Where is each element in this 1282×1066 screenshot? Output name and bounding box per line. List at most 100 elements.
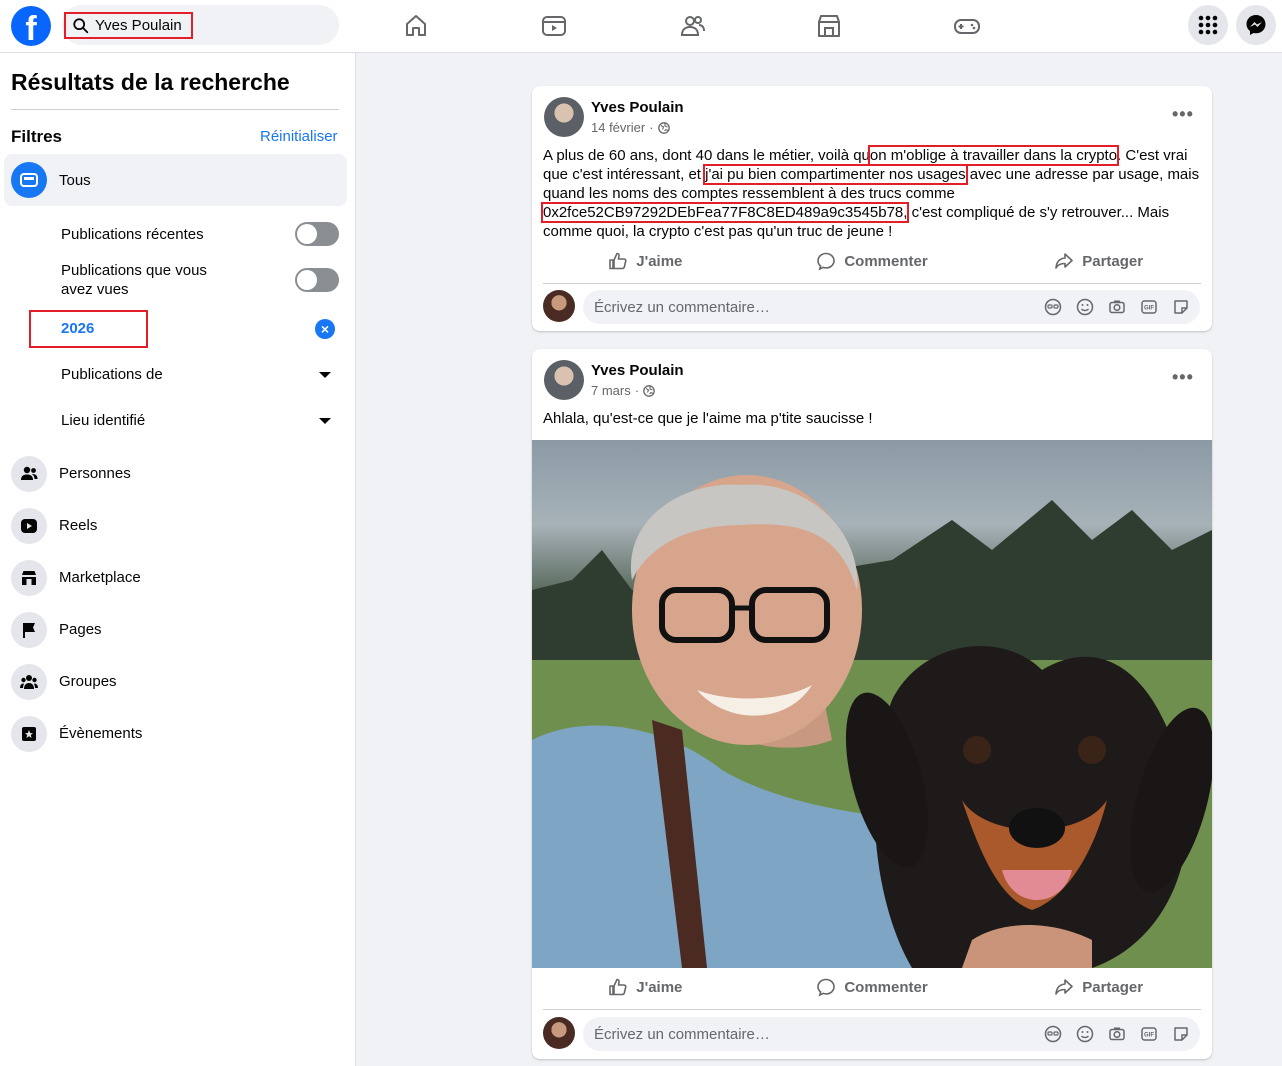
marketplace-icon[interactable] bbox=[815, 12, 843, 40]
category-label: Groupes bbox=[59, 673, 117, 690]
post-text: A plus de 60 ans, dont 40 dans le métier… bbox=[540, 145, 1203, 241]
filter-tagged-location-label[interactable]: Lieu identifié bbox=[61, 411, 145, 431]
search-icon bbox=[73, 17, 89, 33]
filter-all-label: Tous bbox=[59, 172, 91, 189]
share-button[interactable]: Partager bbox=[985, 243, 1212, 279]
filter-seen-posts-label-line1: Publications que vous bbox=[61, 262, 207, 279]
comment-tools: GIF bbox=[1044, 1025, 1190, 1043]
gif-icon[interactable]: GIF bbox=[1140, 1025, 1158, 1043]
like-label: J'aime bbox=[636, 978, 683, 996]
people-icon bbox=[11, 456, 47, 492]
reset-filters-link[interactable]: Réinitialiser bbox=[260, 128, 338, 145]
svg-text:GIF: GIF bbox=[1144, 306, 1154, 312]
clear-year-icon[interactable]: × bbox=[315, 319, 335, 339]
category-marketplace[interactable]: Marketplace bbox=[11, 558, 347, 598]
sticker-icon[interactable] bbox=[1172, 1025, 1190, 1043]
chevron-down-icon[interactable] bbox=[319, 372, 331, 378]
divider bbox=[11, 109, 339, 110]
recent-posts-toggle[interactable] bbox=[295, 222, 339, 246]
chevron-down-icon[interactable] bbox=[319, 418, 331, 424]
filters-heading: Filtres bbox=[11, 127, 63, 146]
like-button[interactable]: J'aime bbox=[532, 243, 759, 279]
category-label: Personnes bbox=[59, 465, 131, 482]
post-meta: 14 février · bbox=[591, 120, 670, 135]
post-photo[interactable] bbox=[532, 440, 1212, 968]
video-icon[interactable] bbox=[540, 12, 568, 40]
share-label: Partager bbox=[1082, 252, 1144, 270]
avatar[interactable] bbox=[543, 1017, 575, 1049]
seen-posts-toggle[interactable] bbox=[295, 268, 339, 292]
category-label: Évènements bbox=[59, 725, 143, 742]
highlighted-text: j'ai pu bien compartimenter nos usages bbox=[703, 164, 968, 185]
dot-separator: · bbox=[634, 383, 640, 398]
more-options-icon[interactable]: ••• bbox=[1172, 367, 1194, 388]
emoji-icon[interactable] bbox=[1076, 1025, 1094, 1043]
divider bbox=[543, 283, 1201, 284]
category-pages[interactable]: Pages bbox=[11, 610, 347, 650]
avatar[interactable] bbox=[543, 290, 575, 322]
category-label: Marketplace bbox=[59, 569, 141, 586]
share-icon bbox=[1055, 253, 1074, 269]
sticker-icon[interactable] bbox=[1172, 298, 1190, 316]
comment-placeholder: Écrivez un commentaire… bbox=[594, 299, 770, 316]
category-label: Reels bbox=[59, 517, 98, 534]
friends-icon[interactable] bbox=[678, 12, 706, 40]
post-author[interactable]: Yves Poulain bbox=[591, 99, 684, 116]
filter-posts-from-label[interactable]: Publications de bbox=[61, 365, 163, 385]
more-options-icon[interactable]: ••• bbox=[1172, 104, 1194, 125]
comment-input[interactable]: Écrivez un commentaire… GIF bbox=[583, 290, 1200, 324]
comment-label: Commenter bbox=[844, 252, 928, 270]
comment-icon bbox=[817, 252, 836, 271]
events-icon bbox=[11, 716, 47, 752]
post-date[interactable]: 7 mars bbox=[591, 383, 631, 398]
gif-icon[interactable]: GIF bbox=[1140, 298, 1158, 316]
post-actions: J'aime Commenter Partager bbox=[532, 243, 1212, 279]
comment-button[interactable]: Commenter bbox=[759, 243, 986, 279]
facebook-logo[interactable]: f bbox=[11, 6, 51, 46]
like-label: J'aime bbox=[636, 252, 683, 270]
share-label: Partager bbox=[1082, 978, 1144, 996]
emoji-icon[interactable] bbox=[1076, 298, 1094, 316]
category-people[interactable]: Personnes bbox=[11, 454, 347, 494]
highlighted-wallet-address: 0x2fce52CB97292DEbFea77F8C8ED489a9c3545b… bbox=[540, 202, 910, 223]
like-button[interactable]: J'aime bbox=[532, 969, 759, 1005]
thumbs-up-icon bbox=[609, 252, 627, 270]
comment-button[interactable]: Commenter bbox=[759, 969, 986, 1005]
camera-icon[interactable] bbox=[1108, 298, 1126, 316]
avatar-sticker-icon[interactable] bbox=[1044, 298, 1062, 316]
search-filters-sidebar: Résultats de la recherche Filtres Réinit… bbox=[0, 53, 356, 1066]
share-button[interactable]: Partager bbox=[985, 969, 1212, 1005]
menu-grid-icon[interactable] bbox=[1188, 5, 1228, 45]
comment-input[interactable]: Écrivez un commentaire… GIF bbox=[583, 1017, 1200, 1051]
post-card: Yves Poulain 14 février · ••• A plus de … bbox=[532, 86, 1212, 331]
post-actions: J'aime Commenter Partager bbox=[532, 969, 1212, 1005]
toggle-knob bbox=[297, 224, 317, 244]
comment-icon bbox=[817, 978, 836, 997]
post-author[interactable]: Yves Poulain bbox=[591, 362, 684, 379]
category-reels[interactable]: Reels bbox=[11, 506, 347, 546]
avatar-sticker-icon[interactable] bbox=[1044, 1025, 1062, 1043]
filter-all[interactable]: Tous bbox=[4, 154, 347, 206]
share-icon bbox=[1055, 979, 1074, 995]
category-label: Pages bbox=[59, 621, 102, 638]
reels-icon bbox=[11, 508, 47, 544]
post-text-segment: A plus de 60 ans, dont 40 dans le métier… bbox=[543, 147, 870, 164]
camera-icon[interactable] bbox=[1108, 1025, 1126, 1043]
all-results-icon bbox=[11, 162, 47, 198]
highlighted-text: on m'oblige à travailler dans la crypto bbox=[867, 145, 1120, 166]
globe-icon bbox=[657, 121, 670, 134]
comment-placeholder: Écrivez un commentaire… bbox=[594, 1026, 770, 1043]
year-filter-value[interactable]: 2026 bbox=[61, 320, 94, 337]
marketplace-icon bbox=[11, 560, 47, 596]
page-title: Résultats de la recherche bbox=[11, 69, 290, 95]
category-groups[interactable]: Groupes bbox=[11, 662, 347, 702]
gaming-icon[interactable] bbox=[953, 12, 981, 40]
post-date[interactable]: 14 février bbox=[591, 120, 645, 135]
search-input[interactable]: Yves Poulain bbox=[64, 12, 193, 39]
post-text: Ahlala, qu'est-ce que je l'aime ma p'tit… bbox=[543, 410, 873, 427]
messenger-icon[interactable] bbox=[1236, 5, 1276, 45]
category-events[interactable]: Évènements bbox=[11, 714, 347, 754]
avatar[interactable] bbox=[544, 360, 584, 400]
home-icon[interactable] bbox=[402, 12, 430, 40]
avatar[interactable] bbox=[544, 97, 584, 137]
